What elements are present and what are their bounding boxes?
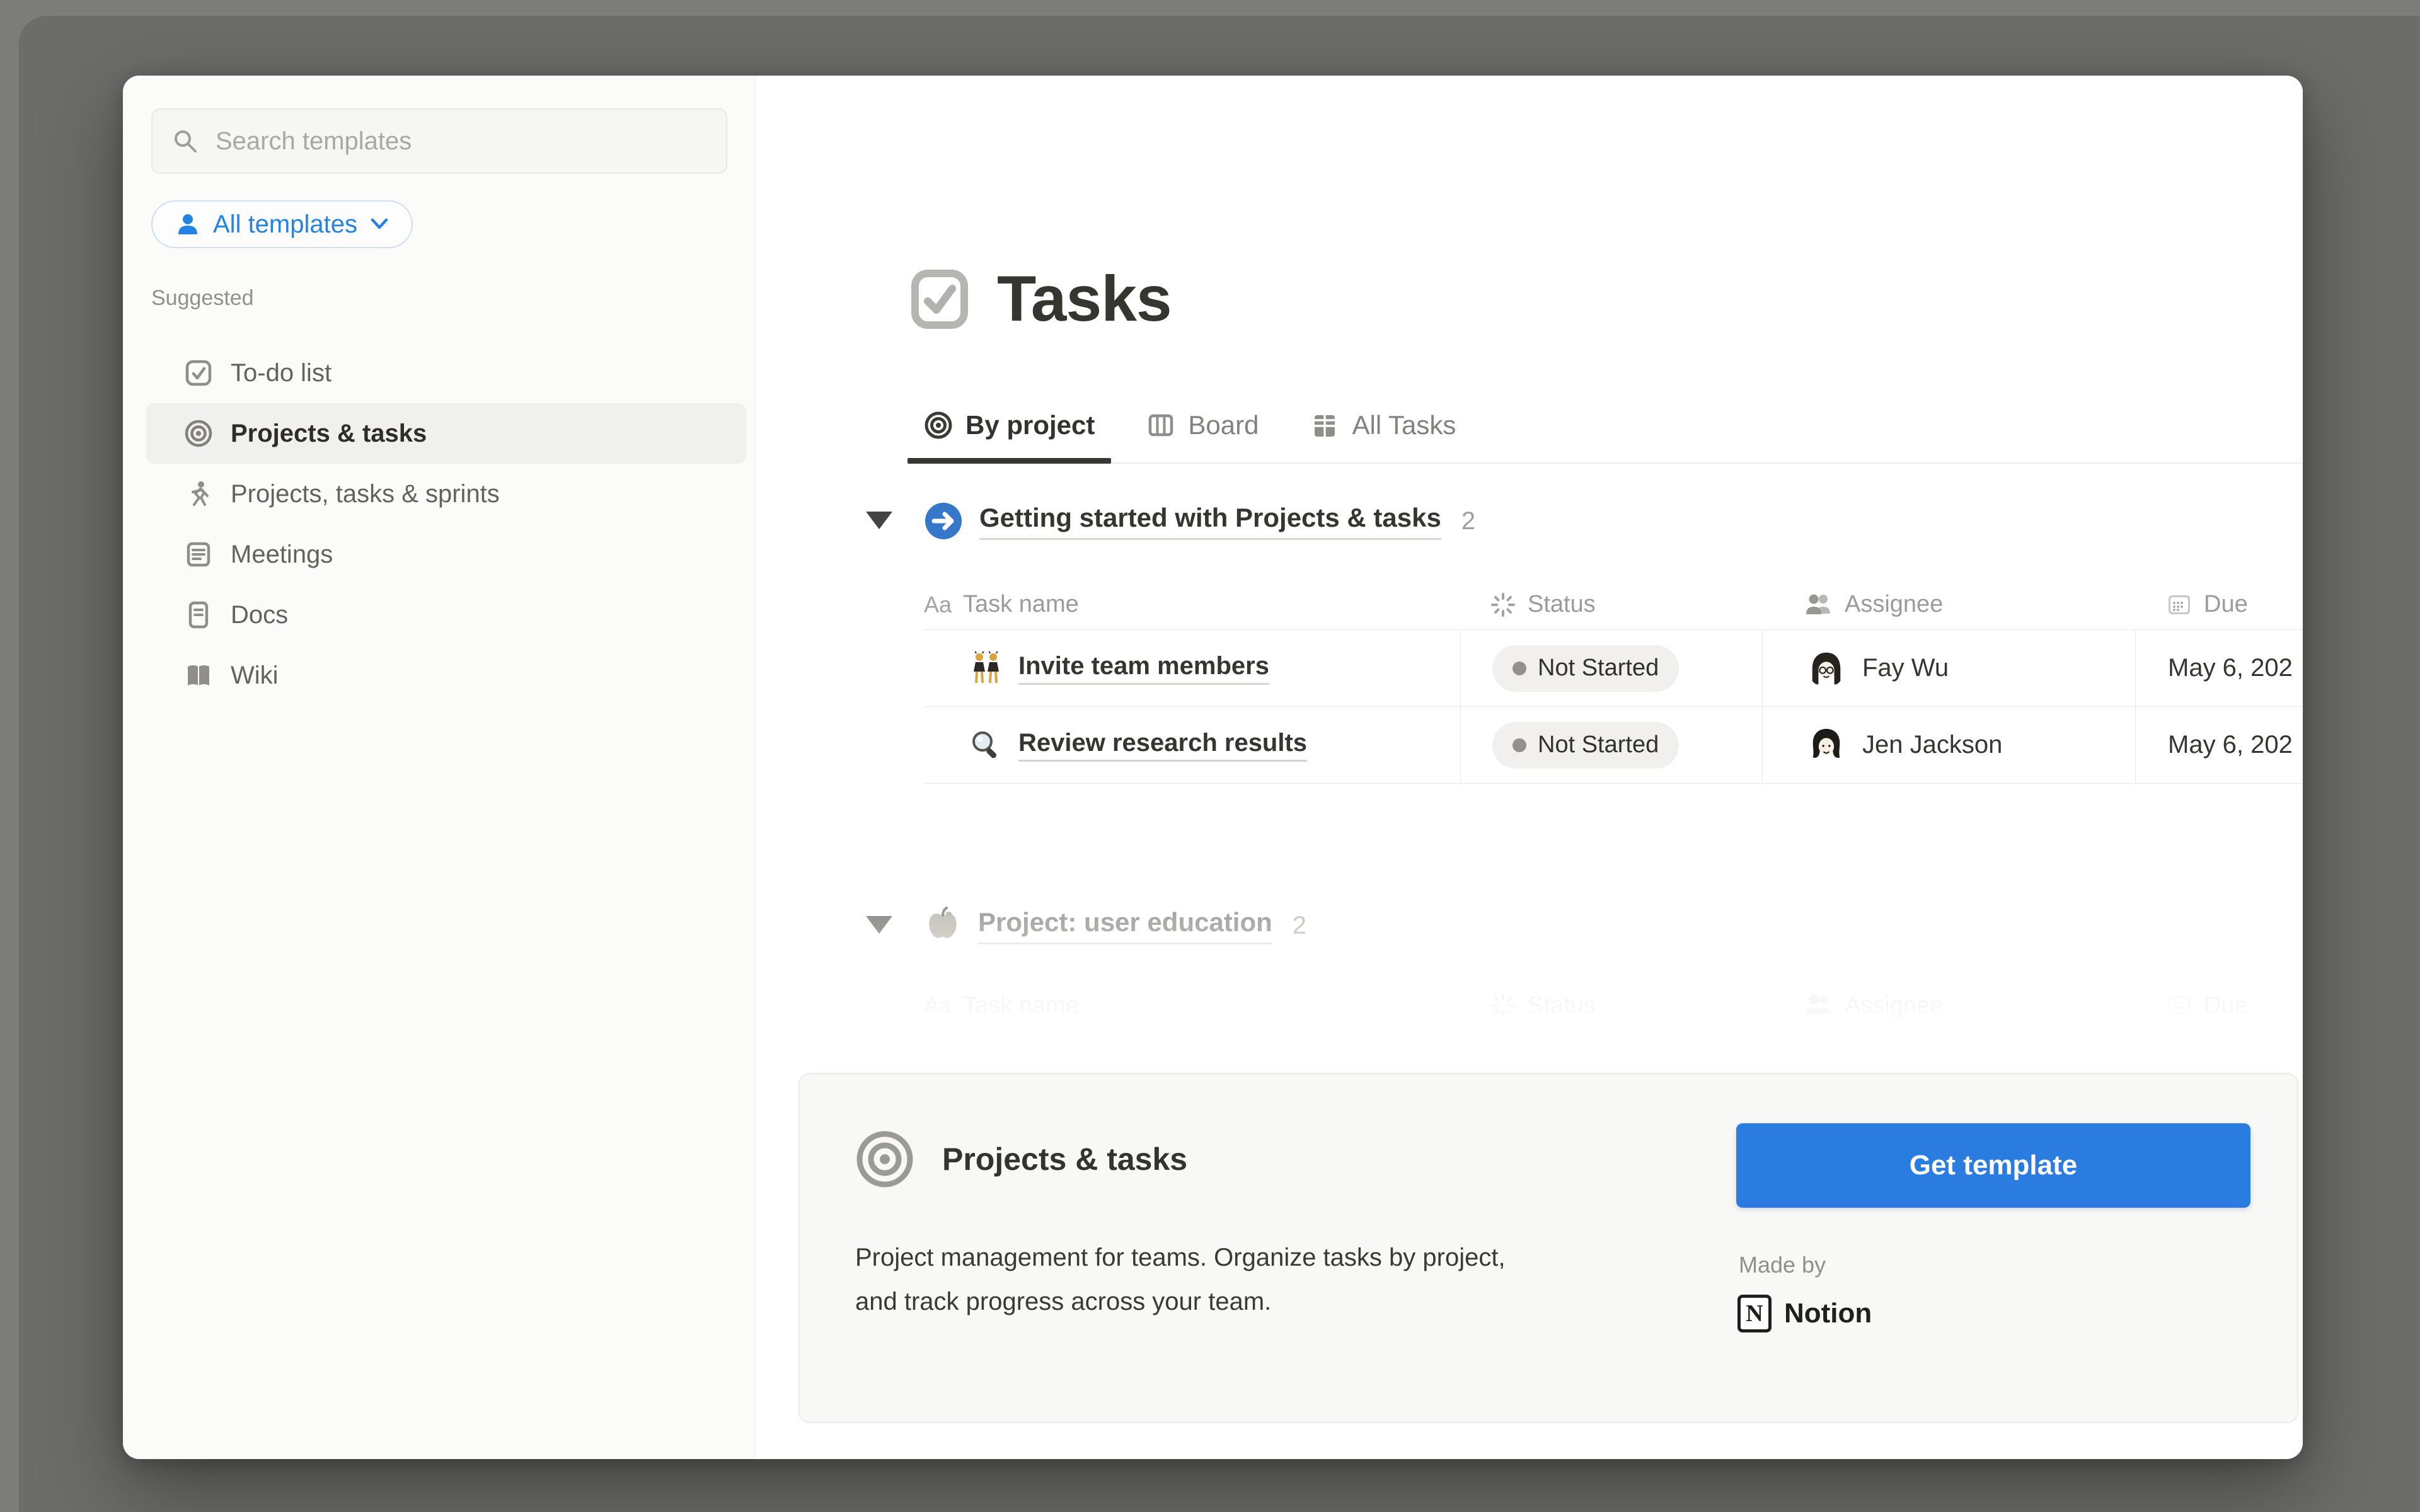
runner-icon: [184, 479, 213, 508]
status-badge[interactable]: Not Started: [1492, 645, 1679, 692]
status-dot-icon: [1512, 738, 1526, 752]
tasks-checkbox-icon: [910, 268, 969, 330]
column-header-status: Status: [1528, 992, 1596, 1019]
section-getting-started: Getting started with Projects & tasks 2: [924, 501, 1475, 541]
section-title[interactable]: Project: user education: [978, 907, 1272, 944]
person-icon: [175, 212, 200, 237]
section-user-education: Project: user education 2: [924, 906, 1306, 945]
sidebar-item-label: Wiki: [231, 662, 279, 690]
tab-all-tasks[interactable]: All Tasks: [1294, 387, 1472, 462]
sidebar-item-wiki[interactable]: Wiki: [146, 645, 746, 706]
tab-label: By project: [965, 410, 1095, 440]
sidebar-item-label: Projects & tasks: [231, 420, 427, 448]
status-label: Not Started: [1538, 655, 1659, 682]
column-header-due: Due: [2204, 992, 2248, 1019]
text-property-icon: Aa: [924, 592, 952, 618]
section-count: 2: [1461, 507, 1475, 536]
section-title[interactable]: Getting started with Projects & tasks: [979, 503, 1441, 540]
tasks-table-faded: Aa Task name Status Assignee: [924, 980, 2303, 1031]
notion-logo-icon: N: [1737, 1295, 1772, 1332]
task-name-link[interactable]: Invite team members: [1018, 652, 1269, 685]
made-by-label: Made by: [1739, 1252, 1826, 1278]
page-title-row: Tasks: [910, 262, 1172, 336]
tab-board[interactable]: Board: [1130, 387, 1275, 462]
document-icon: [184, 600, 213, 629]
template-filter-button[interactable]: All templates: [151, 200, 413, 248]
template-gallery-modal: All templates Suggested To-do list Proje…: [123, 76, 2303, 1459]
target-icon: [855, 1130, 914, 1189]
avatar: [1807, 649, 1846, 688]
calendar-icon: [2166, 992, 2192, 1019]
author-row[interactable]: N Notion: [1737, 1295, 1872, 1332]
text-property-icon: Aa: [924, 992, 952, 1019]
sidebar-item-projects-tasks-sprints[interactable]: Projects, tasks & sprints: [146, 464, 746, 524]
column-header-assignee[interactable]: Assignee: [1845, 591, 1943, 618]
apple-icon: [924, 906, 962, 945]
card-title: Projects & tasks: [942, 1141, 1187, 1177]
book-icon: [184, 661, 213, 690]
target-icon: [184, 419, 213, 448]
filter-label: All templates: [213, 210, 357, 239]
column-header-due[interactable]: Due: [2204, 591, 2248, 618]
assignee-name: Jen Jackson: [1862, 731, 2002, 759]
assignee-name: Fay Wu: [1862, 654, 1949, 682]
sidebar-item-meetings[interactable]: Meetings: [146, 524, 746, 585]
due-date: May 6, 202: [2168, 654, 2293, 682]
get-template-button[interactable]: Get template: [1736, 1123, 2250, 1208]
meeting-doc-icon: [184, 540, 213, 569]
search-icon: [171, 127, 199, 155]
status-label: Not Started: [1538, 731, 1659, 759]
column-header-assignee: Assignee: [1845, 992, 1943, 1019]
status-spinner-icon: [1490, 592, 1516, 618]
sidebar-item-label: Meetings: [231, 541, 333, 569]
due-date: May 6, 202: [2168, 731, 2293, 759]
checkbox-icon: [184, 358, 213, 387]
search-input[interactable]: [216, 127, 707, 156]
author-name: Notion: [1784, 1298, 1872, 1329]
table-header-row: Aa Task name Status Assignee: [924, 580, 2303, 630]
search-templates-box[interactable]: [151, 108, 727, 174]
avatar: [1807, 726, 1846, 765]
card-description: Project management for teams. Organize t…: [855, 1235, 1523, 1324]
column-header-task-name: Task name: [963, 992, 1079, 1019]
people-icon: [1804, 993, 1833, 1018]
dancers-icon: [969, 651, 1003, 685]
template-sidebar: All templates Suggested To-do list Proje…: [123, 76, 756, 1459]
sidebar-item-label: Projects, tasks & sprints: [231, 480, 500, 508]
tab-label: Board: [1188, 410, 1259, 440]
table-row[interactable]: Invite team members Not Started Fay Wu M…: [924, 630, 2303, 707]
template-preview: Tasks By project Board All Tasks: [756, 76, 2303, 1459]
column-header-task-name[interactable]: Task name: [963, 591, 1079, 618]
sidebar-item-projects-tasks[interactable]: Projects & tasks: [146, 403, 746, 464]
status-badge[interactable]: Not Started: [1492, 722, 1679, 769]
tab-label: All Tasks: [1352, 410, 1456, 440]
magnifier-icon: [969, 728, 1003, 762]
sidebar-item-docs[interactable]: Docs: [146, 585, 746, 645]
sidebar-item-label: Docs: [231, 601, 288, 629]
view-tabs: By project Board All Tasks: [908, 387, 2303, 464]
tab-by-project[interactable]: By project: [908, 387, 1111, 462]
tasks-table: Aa Task name Status Assignee: [924, 580, 2303, 784]
arrow-circle-icon: [924, 501, 963, 541]
people-icon: [1804, 592, 1833, 617]
table-grid-icon: [1310, 411, 1339, 440]
board-columns-icon: [1146, 411, 1175, 440]
column-header-status[interactable]: Status: [1528, 591, 1596, 618]
target-icon: [924, 411, 953, 440]
status-dot-icon: [1512, 662, 1526, 675]
chevron-down-icon: [370, 217, 389, 231]
status-spinner-icon: [1490, 992, 1516, 1019]
template-nav: To-do list Projects & tasks Projects, ta…: [146, 343, 746, 706]
collapse-triangle-icon[interactable]: [866, 916, 892, 934]
sidebar-item-label: To-do list: [231, 359, 331, 387]
suggested-label: Suggested: [151, 286, 727, 314]
table-row[interactable]: Review research results Not Started Jen …: [924, 707, 2303, 784]
sidebar-item-todo-list[interactable]: To-do list: [146, 343, 746, 403]
collapse-triangle-icon[interactable]: [866, 512, 892, 529]
template-info-card: Projects & tasks Project management for …: [798, 1073, 2298, 1423]
section-count: 2: [1293, 912, 1306, 940]
calendar-icon: [2166, 592, 2192, 618]
task-name-link[interactable]: Review research results: [1018, 729, 1307, 762]
page-title: Tasks: [997, 262, 1172, 336]
